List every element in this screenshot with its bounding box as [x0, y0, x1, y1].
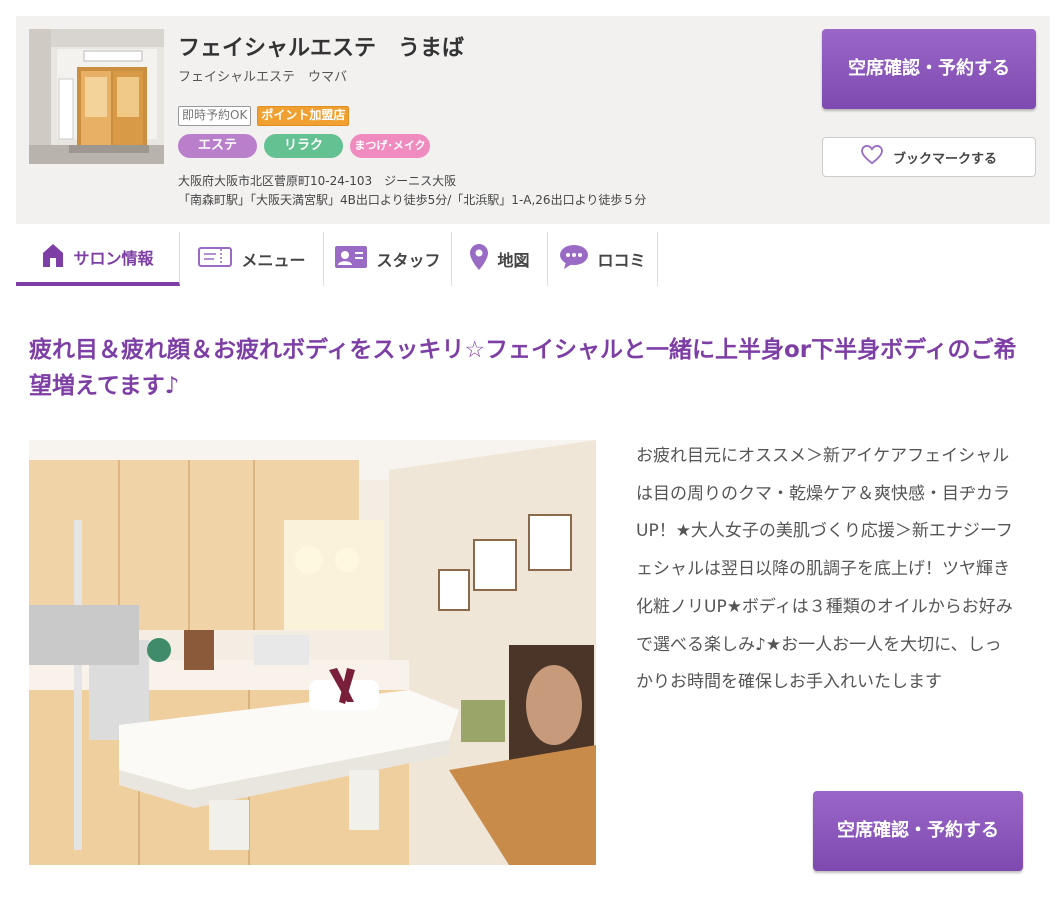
bookmark-label: ブックマークする: [892, 151, 997, 167]
treatment-room-photo: [29, 440, 596, 865]
instant-booking-badge: 即時予約OK: [178, 106, 252, 126]
tab-label: 地図: [497, 251, 530, 270]
salon-description: お疲れ目元にオススメ＞新アイケアフェイシャルは目の周りのクマ・乾燥ケア＆爽快感・…: [636, 446, 1013, 693]
category-tag-eyelash[interactable]: まつげ･メイク: [350, 134, 430, 158]
salon-badges: 即時予約OK ポイント加盟店: [178, 106, 350, 126]
bookmark-button[interactable]: ブックマークする: [822, 137, 1036, 177]
category-tag-relax[interactable]: リラク: [264, 134, 343, 158]
tab-salon-info[interactable]: サロン情報: [16, 232, 180, 286]
map-pin-icon: [469, 243, 489, 275]
salon-name: フェイシャルエステ うまば: [178, 36, 465, 61]
salon-name-kana: フェイシャルエステ ウマバ: [178, 70, 348, 85]
salon-access: 「南森町駅」「大阪天満宮駅」4B出口より徒歩5分/「北浜駅」1-A,26出口より…: [178, 193, 647, 207]
tab-label: スタッフ: [376, 251, 441, 270]
heart-icon: [861, 144, 883, 169]
tab-label: メニュー: [241, 251, 306, 270]
category-tag-este[interactable]: エステ: [178, 134, 257, 158]
reserve-button[interactable]: 空席確認・予約する: [822, 29, 1036, 109]
salon-address: 大阪府大阪市北区菅原町10-24-103 ジーニス大阪: [178, 174, 457, 188]
tab-staff[interactable]: スタッフ: [324, 232, 452, 286]
tab-reviews[interactable]: ロコミ: [548, 232, 658, 286]
salon-header: フェイシャルエステ うまば フェイシャルエステ ウマバ 即時予約OK ポイント加…: [16, 16, 1050, 224]
ticket-icon: [197, 244, 233, 274]
tab-menu[interactable]: メニュー: [180, 232, 324, 286]
home-icon: [41, 242, 65, 272]
tab-label: サロン情報: [73, 249, 154, 268]
tab-label: ロコミ: [597, 251, 646, 270]
salon-address-block: 大阪府大阪市北区菅原町10-24-103 ジーニス大阪 「南森町駅」「大阪天満宮…: [178, 172, 646, 210]
salon-tabs: サロン情報 メニュー スタッフ 地図 ロコミ: [16, 232, 658, 286]
salon-storefront-photo: [29, 29, 164, 164]
tab-map[interactable]: 地図: [452, 232, 548, 286]
points-member-badge: ポイント加盟店: [257, 106, 350, 126]
category-tags: エステ リラク まつげ･メイク: [178, 134, 430, 158]
reserve-button-bottom[interactable]: 空席確認・予約する: [813, 791, 1023, 871]
staff-card-icon: [334, 244, 368, 274]
speech-bubble-icon: [559, 244, 589, 274]
salon-catchphrase: 疲れ目＆疲れ顔＆お疲れボディをスッキリ☆フェイシャルと一緒に上半身or下半身ボデ…: [29, 337, 1017, 399]
